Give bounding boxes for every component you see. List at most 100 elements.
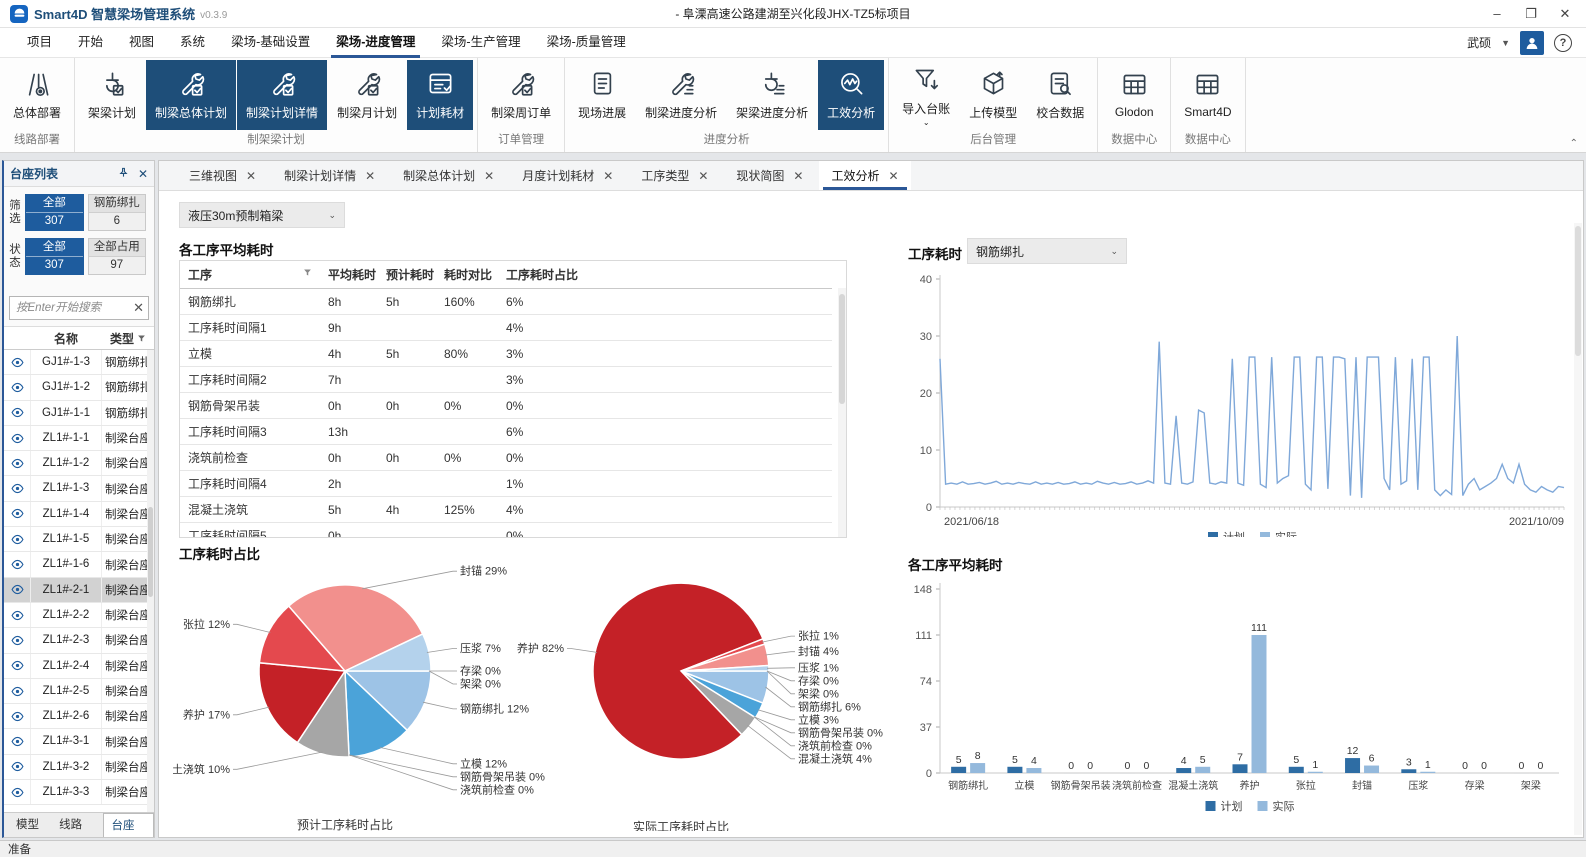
- status-all-button[interactable]: 全部 307: [25, 238, 83, 275]
- eye-icon[interactable]: [4, 482, 30, 495]
- table-scrollbar[interactable]: [838, 288, 846, 537]
- content-scrollbar-thumb[interactable]: [1575, 226, 1581, 356]
- document-tab-现状简图[interactable]: 现状简图✕: [724, 161, 815, 190]
- close-icon[interactable]: ✕: [1550, 3, 1580, 25]
- list-item[interactable]: GJ1#-1-3钢筋绑扎: [4, 350, 154, 375]
- document-tab-制梁总体计划[interactable]: 制梁总体计划✕: [391, 161, 506, 190]
- ribbon-button-架梁计划[interactable]: 架梁计划: [79, 60, 145, 130]
- list-item[interactable]: ZL1#-3-2制梁台座: [4, 755, 154, 780]
- ribbon-button-Glodon[interactable]: Glodon: [1102, 60, 1166, 130]
- list-item[interactable]: ZL1#-2-6制梁台座: [4, 704, 154, 729]
- list-item[interactable]: ZL1#-1-5制梁台座: [4, 527, 154, 552]
- document-tab-工序类型[interactable]: 工序类型✕: [629, 161, 720, 190]
- column-filter-funnel-icon[interactable]: [303, 266, 312, 280]
- eye-icon[interactable]: [4, 558, 30, 571]
- user-name[interactable]: 武硕: [1467, 34, 1491, 51]
- ribbon-button-上传模型[interactable]: 上传模型: [960, 60, 1026, 130]
- help-icon[interactable]: ?: [1554, 34, 1572, 52]
- menu-item-5[interactable]: 梁场-进度管理: [323, 28, 428, 58]
- document-tab-三维视图[interactable]: 三维视图✕: [177, 161, 268, 190]
- eye-icon[interactable]: [4, 507, 30, 520]
- list-item[interactable]: ZL1#-2-4制梁台座: [4, 654, 154, 679]
- tab-close-icon[interactable]: ✕: [484, 169, 494, 183]
- list-item[interactable]: ZL1#-1-4制梁台座: [4, 502, 154, 527]
- content-scrollbar[interactable]: [1574, 223, 1582, 835]
- user-avatar-icon[interactable]: [1520, 31, 1544, 55]
- table-row[interactable]: 浇筑前检查0h0h0%0%: [180, 445, 832, 471]
- menu-item-6[interactable]: 梁场-生产管理: [428, 28, 533, 58]
- table-row[interactable]: 工序耗时间隔50h0%: [180, 523, 832, 539]
- clear-search-icon[interactable]: ✕: [133, 300, 144, 316]
- ribbon-button-制梁月计划[interactable]: 制梁月计划: [328, 60, 406, 130]
- line-process-select[interactable]: 钢筋绑扎 ⌄: [967, 238, 1127, 264]
- table-column-header[interactable]: 耗时对比: [436, 261, 498, 289]
- eye-icon[interactable]: [4, 406, 30, 419]
- menu-item-4[interactable]: 梁场-基础设置: [218, 28, 323, 58]
- eye-icon[interactable]: [4, 457, 30, 470]
- ribbon-collapse-chevron-icon[interactable]: ⌃: [1570, 138, 1578, 149]
- list-item[interactable]: ZL1#-2-2制梁台座: [4, 603, 154, 628]
- ribbon-button-工效分析[interactable]: 工效分析: [818, 60, 884, 130]
- menu-item-0[interactable]: 项目: [14, 28, 65, 58]
- document-tab-制梁计划详情[interactable]: 制梁计划详情✕: [272, 161, 387, 190]
- eye-icon[interactable]: [4, 609, 30, 622]
- eye-icon[interactable]: [4, 659, 30, 672]
- ribbon-button-校合数据[interactable]: 校合数据: [1027, 60, 1093, 130]
- table-row[interactable]: 工序耗时间隔19h4%: [180, 315, 832, 341]
- list-item[interactable]: ZL1#-1-3制梁台座: [4, 476, 154, 501]
- table-row[interactable]: 工序耗时间隔27h3%: [180, 367, 832, 393]
- list-item[interactable]: ZL1#-1-6制梁台座: [4, 552, 154, 577]
- menu-item-1[interactable]: 开始: [65, 28, 116, 58]
- ribbon-button-导入台账[interactable]: 导入台账⌄: [893, 60, 959, 130]
- tab-close-icon[interactable]: ✕: [888, 169, 898, 183]
- minimize-icon[interactable]: –: [1482, 3, 1512, 25]
- table-column-header[interactable]: 预计耗时: [378, 261, 436, 289]
- eye-icon[interactable]: [4, 786, 30, 799]
- ribbon-button-现场进展[interactable]: 现场进展: [569, 60, 635, 130]
- tab-close-icon[interactable]: ✕: [246, 169, 256, 183]
- eye-icon[interactable]: [4, 634, 30, 647]
- user-chevron-down-icon[interactable]: ▼: [1501, 38, 1510, 48]
- beam-type-select[interactable]: 液压30m预制箱梁 ⌄: [179, 202, 345, 228]
- name-column-header[interactable]: 名称: [30, 330, 102, 347]
- list-item[interactable]: ZL1#-2-3制梁台座: [4, 628, 154, 653]
- panel-close-icon[interactable]: ✕: [138, 167, 148, 181]
- ribbon-button-计划耗材[interactable]: 计划耗材: [407, 60, 473, 130]
- table-row[interactable]: 钢筋绑扎8h5h160%6%: [180, 289, 832, 315]
- tab-close-icon[interactable]: ✕: [793, 169, 803, 183]
- pin-icon[interactable]: [118, 167, 129, 181]
- list-item[interactable]: ZL1#-1-1制梁台座: [4, 426, 154, 451]
- sidebar-tab-线路管理[interactable]: 线路管理: [51, 813, 100, 837]
- menu-item-3[interactable]: 系统: [167, 28, 218, 58]
- table-row[interactable]: 工序耗时间隔42h1%: [180, 471, 832, 497]
- ribbon-button-Smart4D[interactable]: Smart4D: [1175, 60, 1240, 130]
- eye-icon[interactable]: [4, 685, 30, 698]
- ribbon-button-制梁周订单[interactable]: 制梁周订单: [482, 60, 560, 130]
- table-row[interactable]: 立模4h5h80%3%: [180, 341, 832, 367]
- table-scrollbar-thumb[interactable]: [839, 294, 845, 404]
- sidebar-scrollbar-thumb[interactable]: [148, 507, 153, 597]
- tab-close-icon[interactable]: ✕: [698, 169, 708, 183]
- list-item[interactable]: GJ1#-1-2钢筋绑扎: [4, 375, 154, 400]
- maximize-icon[interactable]: ❐: [1516, 3, 1546, 25]
- sidebar-scrollbar[interactable]: [147, 350, 154, 812]
- eye-icon[interactable]: [4, 583, 30, 596]
- list-item[interactable]: ZL1#-1-2制梁台座: [4, 451, 154, 476]
- menu-item-7[interactable]: 梁场-质量管理: [534, 28, 639, 58]
- filter-all-button[interactable]: 全部 307: [25, 194, 83, 231]
- ribbon-button-制梁总体计划[interactable]: 制梁总体计划: [146, 60, 236, 130]
- sidebar-tab-模型树[interactable]: 模型树: [8, 813, 49, 837]
- filter-rebar-button[interactable]: 钢筋绑扎 6: [88, 194, 146, 231]
- list-item[interactable]: ZL1#-2-1制梁台座: [4, 578, 154, 603]
- ribbon-button-总体部署[interactable]: 总体部署: [4, 60, 70, 130]
- eye-icon[interactable]: [4, 760, 30, 773]
- document-tab-月度计划耗材[interactable]: 月度计划耗材✕: [510, 161, 625, 190]
- ribbon-button-制梁进度分析[interactable]: 制梁进度分析: [636, 60, 726, 130]
- type-column-header[interactable]: 类型: [102, 330, 154, 347]
- eye-icon[interactable]: [4, 432, 30, 445]
- tab-close-icon[interactable]: ✕: [603, 169, 613, 183]
- table-row[interactable]: 钢筋骨架吊装0h0h0%0%: [180, 393, 832, 419]
- eye-icon[interactable]: [4, 710, 30, 723]
- eye-icon[interactable]: [4, 533, 30, 546]
- search-input[interactable]: [9, 296, 149, 320]
